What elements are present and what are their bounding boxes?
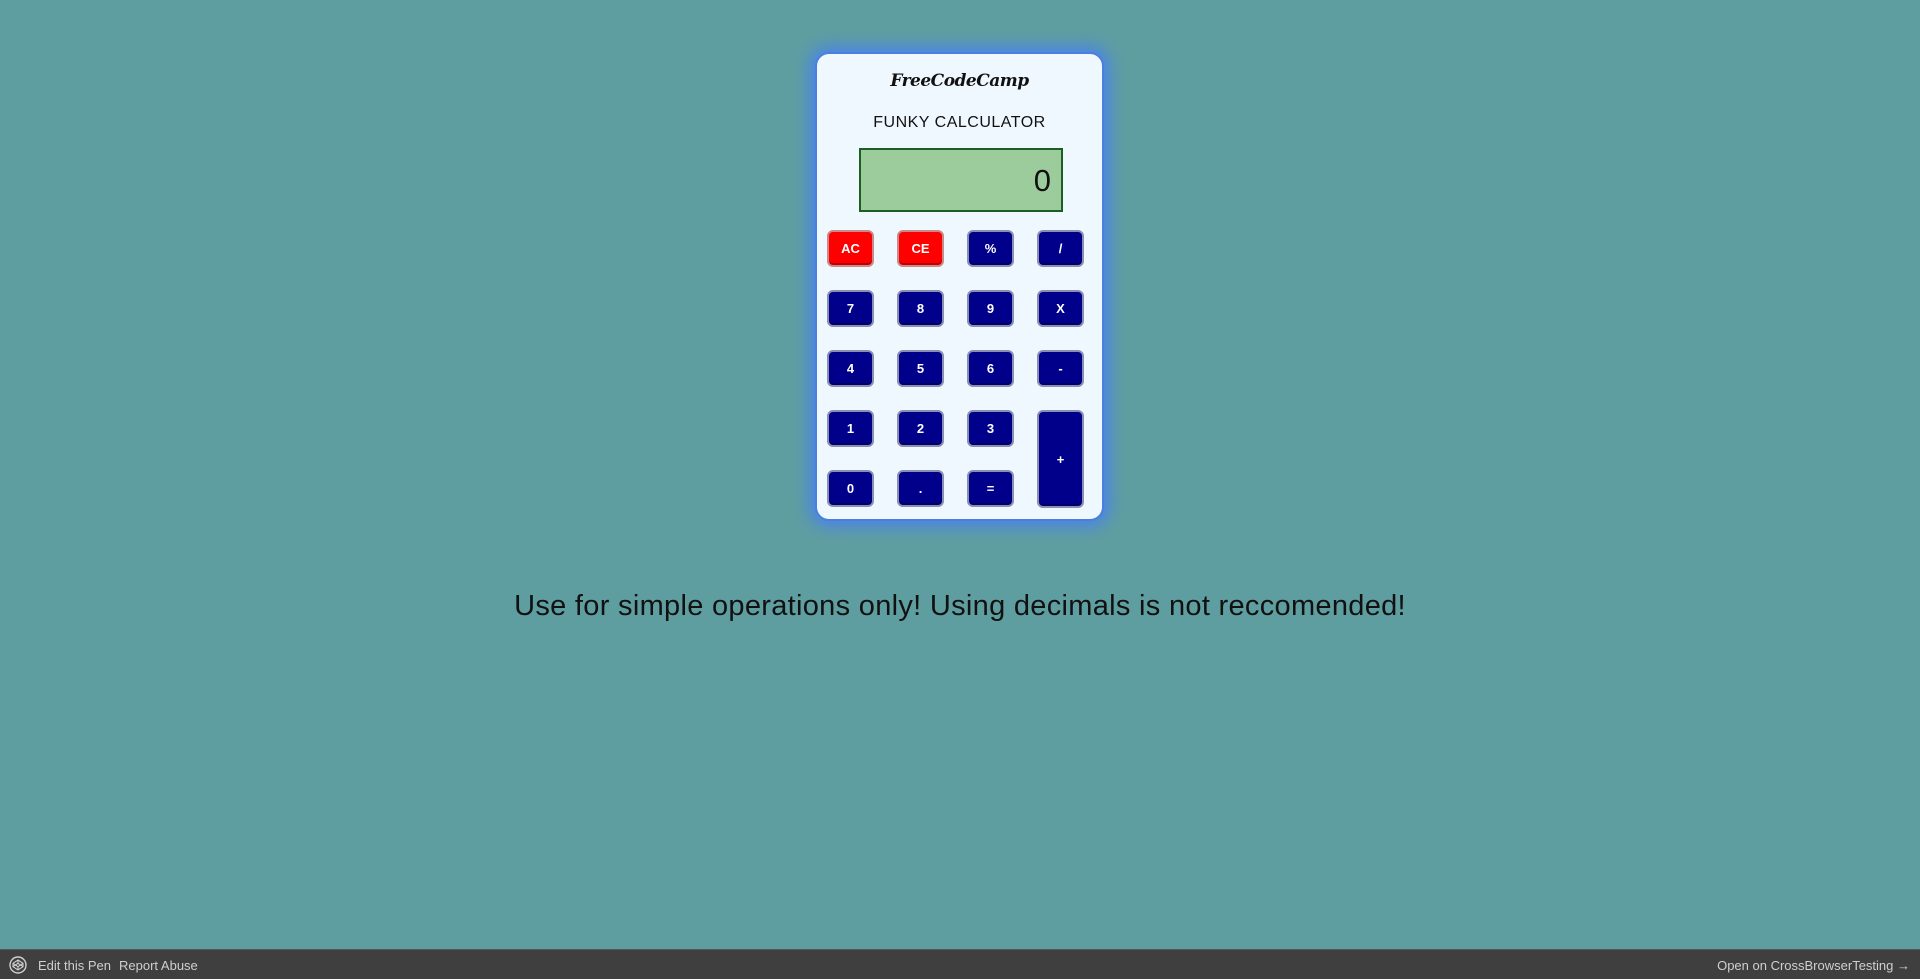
digit-2-button[interactable]: 2	[897, 410, 944, 447]
equals-button[interactable]: =	[967, 470, 1014, 507]
all-clear-button[interactable]: AC	[827, 230, 874, 267]
multiply-button[interactable]: X	[1037, 290, 1084, 327]
digit-8-button[interactable]: 8	[897, 290, 944, 327]
report-abuse-link[interactable]: Report Abuse	[119, 958, 198, 973]
percent-button[interactable]: %	[967, 230, 1014, 267]
digit-3-button[interactable]: 3	[967, 410, 1014, 447]
minus-button[interactable]: -	[1037, 350, 1084, 387]
calculator-title: FUNKY CALCULATOR	[873, 114, 1046, 131]
digit-9-button[interactable]: 9	[967, 290, 1014, 327]
digit-6-button[interactable]: 6	[967, 350, 1014, 387]
digit-4-button[interactable]: 4	[827, 350, 874, 387]
digit-7-button[interactable]: 7	[827, 290, 874, 327]
footer-bar: Edit this Pen Report Abuse Open on Cross…	[0, 949, 1920, 979]
usage-notice: Use for simple operations only! Using de…	[514, 590, 1406, 622]
digit-1-button[interactable]: 1	[827, 410, 874, 447]
digit-0-button[interactable]: 0	[827, 470, 874, 507]
digit-5-button[interactable]: 5	[897, 350, 944, 387]
plus-button[interactable]: +	[1037, 410, 1084, 508]
clear-entry-button[interactable]: CE	[897, 230, 944, 267]
calculator-display: 0	[859, 148, 1063, 212]
decimal-button[interactable]: .	[897, 470, 944, 507]
page: FreeCodeCamp FUNKY CALCULATOR 0 AC CE % …	[0, 0, 1920, 979]
brand-logo-text: FreeCodeCamp	[890, 71, 1029, 91]
open-crossbrowsertesting-link[interactable]: Open on CrossBrowserTesting →	[1717, 958, 1910, 973]
edit-pen-link[interactable]: Edit this Pen	[38, 958, 111, 973]
divide-button[interactable]: /	[1037, 230, 1084, 267]
codepen-icon[interactable]	[9, 956, 27, 974]
calculator: FreeCodeCamp FUNKY CALCULATOR 0 AC CE % …	[815, 52, 1104, 521]
